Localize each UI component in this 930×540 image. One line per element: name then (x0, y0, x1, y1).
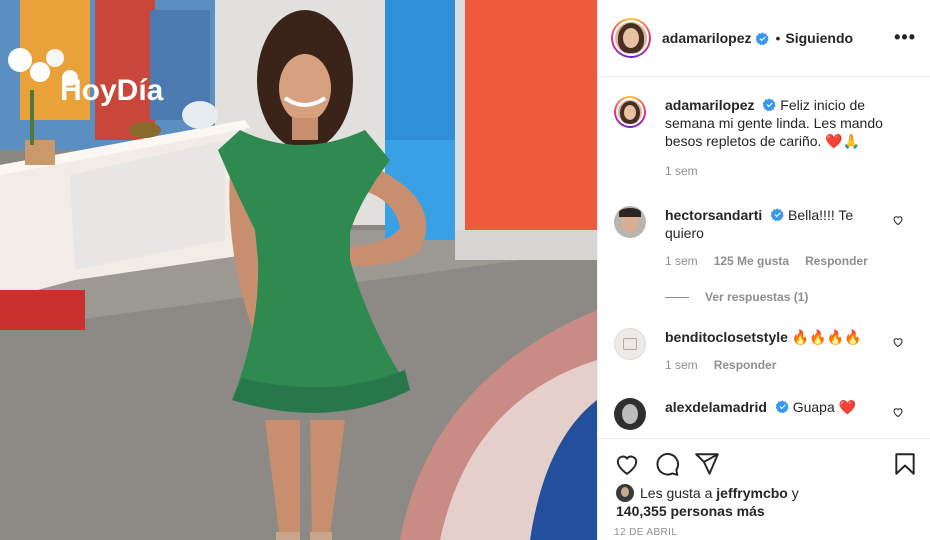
view-replies-label: Ver respuestas (1) (705, 290, 809, 304)
commenter-avatar[interactable] (614, 398, 646, 430)
comment-like-heart-icon[interactable] (892, 214, 904, 226)
caption: adamarilopez Feliz inicio de semana mi g… (614, 96, 914, 178)
comment-time[interactable]: 1 sem (665, 358, 698, 372)
reply-button[interactable]: Responder (805, 254, 868, 268)
comment-item: benditoclosetstyle 🔥🔥🔥🔥 1 sem Responder (614, 328, 914, 372)
commenter-avatar[interactable] (614, 328, 646, 360)
more-options-icon[interactable]: ••• (894, 28, 916, 46)
likes-joiner: y (791, 485, 799, 501)
author-username[interactable]: adamarilopez (662, 30, 751, 46)
commenter-username[interactable]: benditoclosetstyle (665, 329, 788, 345)
likes-count[interactable]: 140,355 personas más (616, 503, 765, 519)
reply-button[interactable]: Responder (714, 358, 777, 372)
following-button[interactable]: Siguiendo (785, 30, 853, 46)
likes-prefix: Les gusta a (640, 485, 713, 501)
comments-list[interactable]: adamarilopez Feliz inicio de semana mi g… (598, 78, 930, 438)
post-date[interactable]: 12 DE ABRIL (614, 527, 677, 538)
likes-summary: Les gusta a jeffrymcbo y 140,355 persona… (616, 484, 799, 520)
liker-avatar[interactable] (616, 484, 634, 502)
send-icon[interactable] (694, 451, 720, 477)
comment-like-heart-icon[interactable] (892, 336, 904, 348)
comment-item: alexdelamadrid Guapa ❤️ (614, 398, 914, 430)
comment-item: hectorsandarti Bella!!!! Te quiero 1 sem… (614, 206, 914, 268)
author-avatar[interactable] (611, 18, 651, 58)
verified-badge-icon (763, 98, 777, 111)
liker-username[interactable]: jeffrymcbo (716, 485, 788, 501)
caption-author[interactable]: adamarilopez (665, 97, 754, 113)
comment-like-count[interactable]: 125 Me gusta (714, 254, 789, 268)
post-actions: Les gusta a jeffrymcbo y 140,355 persona… (598, 438, 930, 540)
commenter-username[interactable]: alexdelamadrid (665, 399, 767, 415)
post-side-panel: adamarilopez • Siguiendo ••• adamarilope… (597, 0, 930, 540)
comment-text: Guapa ❤️ (792, 399, 857, 415)
caption-time[interactable]: 1 sem (665, 164, 698, 178)
header-separator: • (775, 30, 781, 46)
verified-badge-icon (756, 31, 770, 45)
verified-badge-icon (775, 400, 789, 413)
view-replies-button[interactable]: Ver respuestas (1) (665, 290, 808, 304)
comment-icon[interactable] (654, 451, 680, 477)
post-header: adamarilopez • Siguiendo ••• (598, 0, 930, 77)
comment-like-heart-icon[interactable] (892, 406, 904, 418)
caption-author-avatar[interactable] (614, 96, 646, 128)
heart-icon[interactable] (614, 451, 640, 477)
replies-divider (665, 296, 689, 298)
verified-badge-icon (771, 208, 784, 221)
commenter-avatar[interactable] (614, 206, 646, 238)
bookmark-icon[interactable] (892, 451, 918, 477)
comment-text: 🔥🔥🔥🔥 (791, 329, 862, 345)
studio-photo: HoyDía (0, 0, 597, 540)
post-photo[interactable]: HoyDía (0, 0, 597, 540)
comment-time[interactable]: 1 sem (665, 254, 698, 268)
commenter-username[interactable]: hectorsandarti (665, 207, 762, 223)
